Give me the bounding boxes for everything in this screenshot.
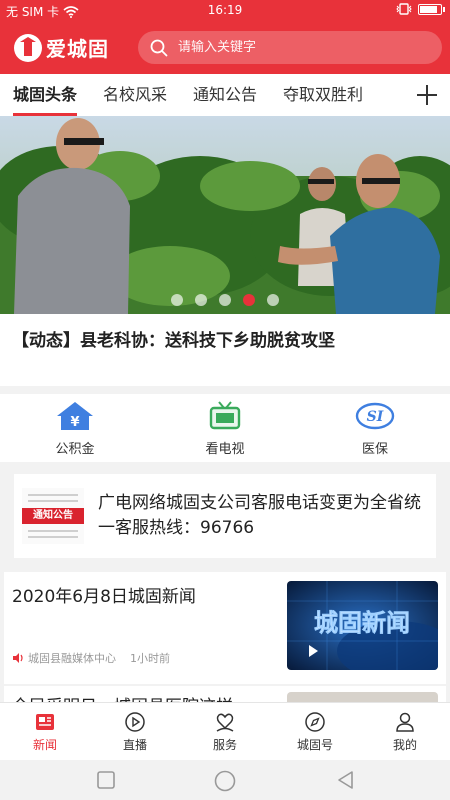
add-channel-button[interactable] bbox=[412, 74, 442, 116]
news-meta: 城固县融媒体中心 1小时前 bbox=[12, 650, 170, 666]
tab-notice[interactable]: 通知公告 bbox=[180, 74, 270, 116]
recent-apps-button[interactable] bbox=[96, 770, 116, 790]
app-logo[interactable]: 爱城固 bbox=[14, 33, 109, 62]
quick-services: ¥ 公积金 看电视 SI 医保 bbox=[0, 394, 450, 462]
service-medical-insurance[interactable]: SI 医保 bbox=[300, 394, 450, 462]
medical-insurance-icon: SI bbox=[355, 402, 395, 429]
housing-fund-glyph: ¥ bbox=[70, 415, 79, 430]
carousel-dot[interactable] bbox=[219, 294, 231, 306]
battery-icon bbox=[418, 3, 445, 15]
nav-label: 新闻 bbox=[32, 737, 57, 752]
banner-carousel[interactable] bbox=[0, 116, 450, 314]
channel-tabs: 城固头条 名校风采 通知公告 夺取双胜利 bbox=[0, 74, 450, 116]
nav-news[interactable]: 新闻 bbox=[0, 703, 90, 760]
service-label: 医保 bbox=[361, 441, 388, 457]
news-time: 1小时前 bbox=[130, 652, 170, 665]
tv-icon bbox=[209, 400, 241, 429]
app-screen: 无 SIM 卡 16:19 爱城固 请输入关键字 城固头条 名校风采 通知公告 … bbox=[0, 0, 450, 800]
status-bar: 无 SIM 卡 16:19 bbox=[0, 0, 450, 22]
plus-icon bbox=[417, 85, 437, 105]
search-bar[interactable] bbox=[138, 31, 442, 64]
banner-image bbox=[0, 116, 450, 314]
thumb-text: 城固新闻 bbox=[314, 609, 410, 637]
carousel-dot[interactable] bbox=[243, 294, 255, 306]
notice-text: 广电网络城固支公司客服电话变更为全省统一客服热线：96766 bbox=[98, 493, 421, 538]
bottom-nav: 新闻 直播 服务 城固号 我的 bbox=[0, 702, 450, 760]
status-right bbox=[396, 3, 445, 15]
speaker-icon bbox=[13, 653, 23, 663]
user-icon bbox=[396, 712, 414, 732]
app-header: 爱城固 bbox=[0, 22, 450, 74]
news-item[interactable]: 2020年6月8日城固新闻 城固县融媒体中心 1小时前 城固新闻 bbox=[4, 572, 446, 684]
news-thumbnail: 城固新闻 bbox=[287, 581, 438, 670]
nav-chenggu-account[interactable]: 城固号 bbox=[270, 703, 360, 760]
housing-fund-icon: ¥ bbox=[57, 401, 93, 430]
status-time: 16:19 bbox=[207, 3, 243, 17]
back-button[interactable] bbox=[336, 770, 356, 790]
nav-service[interactable]: 服务 bbox=[180, 703, 270, 760]
battery-level bbox=[420, 5, 438, 13]
service-tv[interactable]: 看电视 bbox=[150, 394, 300, 462]
home-button[interactable] bbox=[214, 770, 236, 792]
news-title: 2020年6月8日城固新闻 bbox=[12, 587, 196, 607]
nav-label: 直播 bbox=[122, 737, 147, 752]
play-icon bbox=[125, 711, 145, 732]
notice-tag: 通知公告 bbox=[22, 488, 84, 544]
service-label: 看电视 bbox=[205, 441, 245, 457]
news-thumbnail-image: 城固新闻 bbox=[287, 581, 438, 670]
medical-insurance-glyph: SI bbox=[367, 409, 384, 425]
vibrate-icon bbox=[396, 3, 412, 15]
logo-text: 爱城固 bbox=[46, 37, 109, 61]
carousel-dot[interactable] bbox=[267, 294, 279, 306]
service-label: 公积金 bbox=[55, 441, 95, 457]
service-icon bbox=[216, 713, 234, 732]
notice-card[interactable]: 通知公告 广电网络城固支公司客服电话变更为全省统一客服热线：96766 bbox=[14, 474, 436, 558]
nav-label: 我的 bbox=[392, 737, 417, 752]
carousel-dot[interactable] bbox=[195, 294, 207, 306]
carousel-dot[interactable] bbox=[171, 294, 183, 306]
carousel-dots bbox=[0, 294, 450, 306]
nav-label: 服务 bbox=[212, 737, 237, 752]
notice-tag-label: 通知公告 bbox=[22, 508, 84, 524]
compass-icon bbox=[305, 711, 325, 732]
tab-school[interactable]: 名校风采 bbox=[90, 74, 180, 116]
news-source: 城固县融媒体中心 bbox=[28, 652, 116, 665]
tab-victory[interactable]: 夺取双胜利 bbox=[270, 74, 376, 116]
logo-badge-icon bbox=[14, 33, 42, 62]
system-nav-bar bbox=[0, 760, 450, 800]
tab-headlines[interactable]: 城固头条 bbox=[0, 74, 90, 116]
search-input[interactable] bbox=[178, 40, 418, 55]
search-icon bbox=[150, 39, 168, 56]
service-housing-fund[interactable]: ¥ 公积金 bbox=[0, 394, 150, 462]
nav-mine[interactable]: 我的 bbox=[360, 703, 450, 760]
nav-label: 城固号 bbox=[296, 737, 333, 752]
news-icon bbox=[36, 713, 54, 730]
headline-title[interactable]: 【动态】县老科协：送科技下乡助脱贫攻坚 bbox=[0, 314, 450, 386]
nav-live[interactable]: 直播 bbox=[90, 703, 180, 760]
